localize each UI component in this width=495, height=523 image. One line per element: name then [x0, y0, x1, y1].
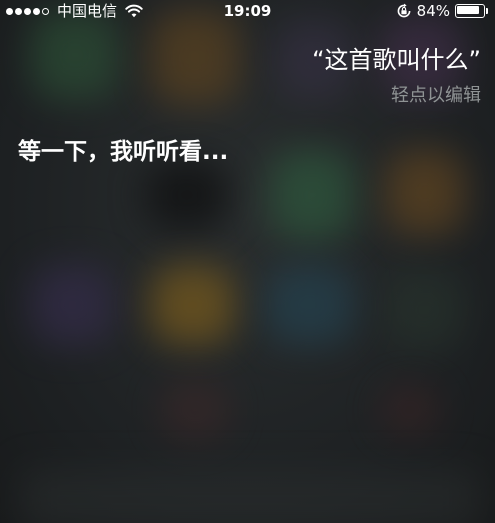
blurred-dock	[20, 470, 480, 523]
status-bar-right: 84%	[396, 0, 489, 22]
status-bar: 中国电信 19:09 84%	[0, 0, 495, 22]
rotation-lock-icon	[397, 3, 411, 18]
blurred-app-icon	[385, 150, 465, 235]
siri-user-query[interactable]: “这首歌叫什么”	[312, 40, 481, 75]
blurred-app-icon	[270, 150, 355, 240]
tap-to-edit-hint[interactable]: 轻点以编辑	[391, 81, 481, 107]
blurred-app-icon	[385, 270, 465, 350]
battery-percentage: 84%	[416, 2, 450, 20]
siri-response-text: 等一下，我听听看...	[18, 139, 229, 165]
battery-icon	[455, 4, 489, 18]
blurred-app-icon	[30, 10, 120, 100]
blurred-app-icon	[150, 265, 235, 345]
blurred-app-icon	[145, 160, 230, 230]
blurred-app-icon	[160, 380, 230, 440]
blurred-app-icon	[380, 385, 440, 435]
blurred-home-screen-background	[0, 0, 495, 523]
blurred-app-icon	[265, 265, 355, 345]
battery-tip	[486, 8, 488, 14]
battery-level-fill	[457, 6, 479, 14]
blurred-app-icon	[30, 265, 115, 345]
blurred-app-icon	[150, 10, 240, 105]
